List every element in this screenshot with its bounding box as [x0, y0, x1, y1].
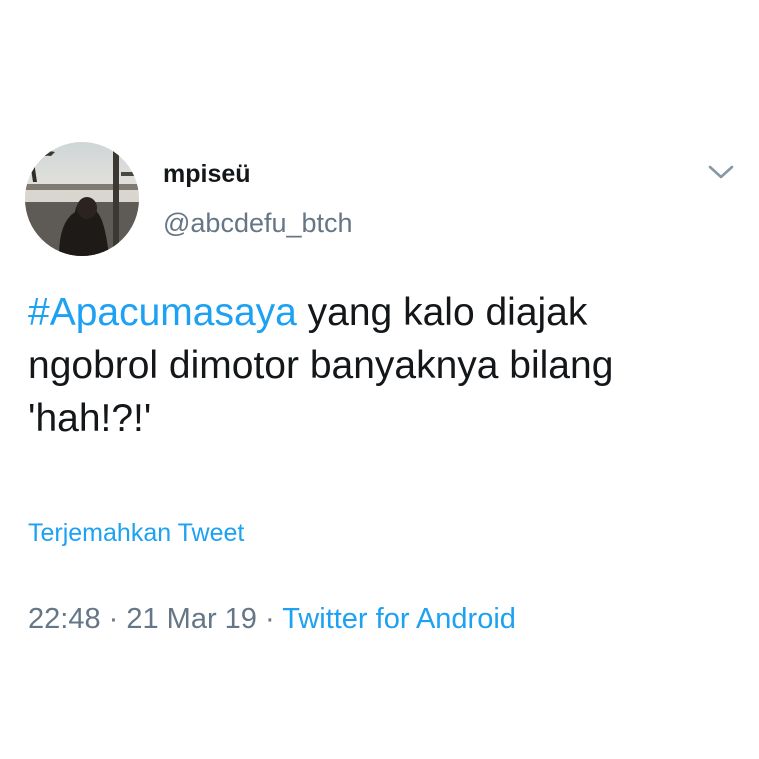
- avatar-photo: [25, 142, 139, 256]
- chevron-down-icon[interactable]: [706, 160, 736, 184]
- tweet-date: 21 Mar 19: [126, 603, 257, 635]
- meta-separator: ·: [256, 603, 283, 635]
- tweet-time: 22:48: [28, 603, 101, 635]
- tweet-text: #Apacumasaya yang kalo diajak ngobrol di…: [28, 286, 740, 445]
- translate-tweet-link[interactable]: Terjemahkan Tweet: [28, 519, 244, 548]
- user-handle[interactable]: @abcdefu_btch: [163, 208, 353, 239]
- hashtag-link[interactable]: #Apacumasaya: [28, 291, 297, 334]
- avatar[interactable]: [25, 142, 139, 256]
- meta-separator: ·: [100, 603, 127, 635]
- tweet-source-link[interactable]: Twitter for Android: [282, 603, 516, 635]
- tweet-metadata: 22:48 · 21 Mar 19 · Twitter for Android: [28, 603, 516, 636]
- display-name[interactable]: mpiseü: [163, 160, 251, 189]
